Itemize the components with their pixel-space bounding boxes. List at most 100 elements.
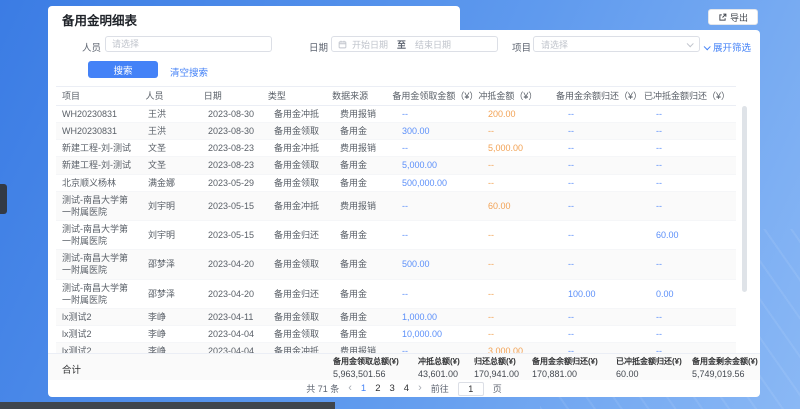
table-row[interactable]: WH20230831王洪2023-08-30备用金冲抵费用报销--200.00-…: [56, 106, 736, 123]
side-drawer-handle[interactable]: [0, 184, 7, 214]
table-row[interactable]: 新建工程-刘-测试文圣2023-08-23备用金冲抵费用报销--5,000.00…: [56, 140, 736, 157]
cell-person: 王洪: [142, 106, 202, 122]
person-filter-input[interactable]: [105, 36, 272, 52]
summary-stat-label: 已冲抵金额归还(¥): [616, 356, 682, 367]
person-filter-label: 人员: [82, 40, 101, 54]
date-end-placeholder: 结束日期: [415, 38, 451, 51]
search-button[interactable]: 搜索: [88, 61, 158, 78]
cell-date: 2023-04-04: [202, 326, 268, 342]
cell-received: --: [396, 106, 482, 122]
cell-date: 2023-04-20: [202, 286, 268, 302]
cell-type: 备用金领取: [268, 256, 334, 272]
page-number-2[interactable]: 2: [375, 383, 380, 394]
export-button[interactable]: 导出: [708, 9, 758, 25]
cell-date: 2023-08-30: [202, 123, 268, 139]
content-panel: 人员 日期 开始日期 至 结束日期 项目 请选择 展开筛选 搜索 清空搜索 项目…: [48, 30, 760, 397]
cell-offset_return: --: [650, 175, 736, 191]
pagination-total: 共 71 条: [306, 382, 339, 395]
table-row[interactable]: 测试-南昌大学第一附属医院刘宇明2023-05-15备用金归还备用金------…: [56, 221, 736, 250]
page-number-3[interactable]: 3: [389, 383, 394, 394]
date-range-picker[interactable]: 开始日期 至 结束日期: [331, 36, 498, 52]
table-scrollbar[interactable]: [742, 106, 747, 292]
cell-project: WH20230831: [56, 106, 142, 122]
chevron-down-icon: [704, 43, 711, 50]
cell-received: 500,000.00: [396, 175, 482, 191]
page-number-1[interactable]: 1: [361, 383, 366, 394]
cell-type: 备用金领取: [268, 175, 334, 191]
column-header: 项目: [56, 88, 139, 104]
table-row[interactable]: 测试-南昌大学第一附属医院邵梦泽2023-04-20备用金领取备用金500.00…: [56, 250, 736, 279]
table-row[interactable]: 新建工程-刘-测试文圣2023-08-23备用金领取备用金5,000.00---…: [56, 157, 736, 174]
cell-received: 300.00: [396, 123, 482, 139]
cell-source: 费用报销: [334, 140, 396, 156]
cell-type: 备用金领取: [268, 123, 334, 139]
cell-type: 备用金冲抵: [268, 140, 334, 156]
cell-project: 北京顺义杨林: [56, 175, 142, 191]
cell-project: lx测试2: [56, 343, 142, 353]
summary-stat: 备用金领取总额(¥)5,963,501.56: [333, 356, 399, 379]
table-row[interactable]: 测试-南昌大学第一附属医院邵梦泽2023-04-20备用金归还备用金----10…: [56, 280, 736, 309]
cell-type: 备用金冲抵: [268, 343, 334, 353]
clear-search-link[interactable]: 清空搜索: [170, 65, 208, 79]
cell-source: 备用金: [334, 123, 396, 139]
cell-person: 刘宇明: [142, 198, 202, 214]
cell-person: 满金娜: [142, 175, 202, 191]
cell-type: 备用金领取: [268, 157, 334, 173]
next-page-icon[interactable]: ›: [418, 383, 422, 394]
summary-stat-value: 5,963,501.56: [333, 369, 399, 379]
table-row[interactable]: 测试-南昌大学第一附属医院刘宇明2023-05-15备用金冲抵费用报销--60.…: [56, 192, 736, 221]
summary-stat: 冲抵总额(¥)43,601.00: [418, 356, 460, 379]
table-row[interactable]: WH20230831王洪2023-08-30备用金领取备用金300.00----…: [56, 123, 736, 140]
cell-date: 2023-04-04: [202, 343, 268, 353]
cell-type: 备用金归还: [268, 227, 334, 243]
table-row[interactable]: lx测试2李峥2023-04-04备用金领取备用金10,000.00------: [56, 326, 736, 343]
cell-offset: --: [482, 309, 562, 325]
cell-balance_return: --: [562, 157, 650, 173]
column-header: 日期: [198, 88, 262, 104]
cell-person: 李峥: [142, 343, 202, 353]
cell-date: 2023-04-20: [202, 256, 268, 272]
cell-offset_return: --: [650, 309, 736, 325]
table-row[interactable]: lx测试2李峥2023-04-11备用金领取备用金1,000.00------: [56, 309, 736, 326]
calendar-icon: [338, 40, 347, 49]
export-label: 导出: [730, 11, 748, 24]
page-number-4[interactable]: 4: [404, 383, 409, 394]
cell-type: 备用金领取: [268, 309, 334, 325]
cell-source: 备用金: [334, 256, 396, 272]
cell-balance_return: --: [562, 140, 650, 156]
summary-stat-value: 43,601.00: [418, 369, 460, 379]
summary-stat-value: 60.00: [616, 369, 682, 379]
table-row[interactable]: 北京顺义杨林满金娜2023-05-29备用金领取备用金500,000.00---…: [56, 175, 736, 192]
cell-project: 新建工程-刘-测试: [56, 140, 142, 156]
cell-balance_return: --: [562, 198, 650, 214]
cell-offset_return: --: [650, 157, 736, 173]
pagination: 共 71 条 ‹ 1234 › 前往 页: [48, 380, 760, 397]
cell-offset: --: [482, 227, 562, 243]
table-body: WH20230831王洪2023-08-30备用金冲抵费用报销--200.00-…: [56, 106, 736, 353]
column-header: 冲抵金额（¥）: [472, 88, 550, 104]
cell-person: 王洪: [142, 123, 202, 139]
cell-date: 2023-08-30: [202, 106, 268, 122]
date-filter-label: 日期: [309, 40, 328, 54]
cell-received: 1,000.00: [396, 309, 482, 325]
cell-offset: --: [482, 326, 562, 342]
cell-project: 测试-南昌大学第一附属医院: [56, 250, 142, 278]
cell-balance_return: --: [562, 123, 650, 139]
goto-page-input[interactable]: [458, 382, 484, 396]
page-number-list: 1234: [361, 383, 409, 394]
cell-offset: 3,000.00: [482, 343, 562, 353]
summary-stat-label: 归还总额(¥): [474, 356, 519, 367]
page-title: 备用金明细表: [62, 10, 137, 29]
cell-type: 备用金领取: [268, 326, 334, 342]
cell-balance_return: --: [562, 256, 650, 272]
cell-balance_return: --: [562, 309, 650, 325]
cell-balance_return: --: [562, 175, 650, 191]
prev-page-icon[interactable]: ‹: [348, 383, 352, 394]
cell-offset_return: --: [650, 343, 736, 353]
cell-received: 500.00: [396, 256, 482, 272]
expand-filters-toggle[interactable]: 展开筛选: [704, 40, 751, 54]
table-row[interactable]: lx测试2李峥2023-04-04备用金冲抵费用报销--3,000.00----: [56, 343, 736, 353]
cell-date: 2023-08-23: [202, 157, 268, 173]
project-filter-select[interactable]: 请选择: [533, 36, 700, 52]
cell-project: lx测试2: [56, 309, 142, 325]
